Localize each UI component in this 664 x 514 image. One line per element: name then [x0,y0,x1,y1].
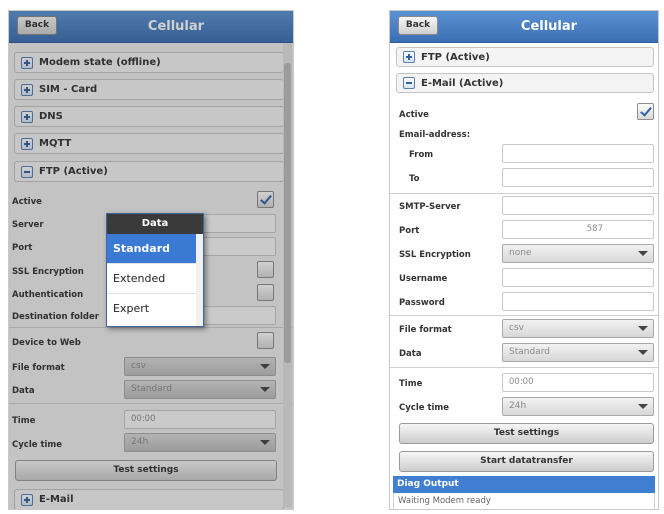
time-field[interactable]: 00:00 [502,373,654,392]
section-label: FTP (Active) [421,51,490,63]
active-label: Active [399,110,429,120]
popup-option-extended[interactable]: Extended [107,263,196,293]
chevron-down-icon [638,404,648,409]
left-cellular-panel: Back Cellular Modem state (offline) SIM … [8,10,294,510]
file-format-select[interactable]: csv [502,319,654,338]
cycle-time-select[interactable]: 24h [502,397,654,416]
data-label: Data [399,349,422,359]
ssl-encryption-value: none [509,248,532,258]
section-ftp[interactable]: FTP (Active) [396,47,654,67]
data-select[interactable]: Standard [502,343,654,362]
right-cellular-panel: Back Cellular FTP (Active) E-Mail (Activ… [389,10,659,510]
popup-scrollbar[interactable] [196,234,203,326]
active-checkbox[interactable] [637,103,654,120]
file-format-value: csv [509,323,524,333]
password-label: Password [399,298,445,308]
chevron-down-icon [638,251,648,256]
divider [390,367,658,368]
smtp-server-field[interactable] [502,196,654,215]
username-label: Username [399,274,448,284]
top-bar: Back Cellular [390,11,658,43]
start-datatransfer-button[interactable]: Start datatransfer [399,451,654,472]
smtp-server-label: SMTP-Server [399,202,461,212]
page-title: Cellular [520,19,578,34]
cycle-time-label: Cycle time [399,403,450,413]
diag-output-header: Diag Output [393,476,655,493]
popup-option-expert[interactable]: Expert [107,293,196,323]
ssl-encryption-select[interactable]: none [502,244,654,263]
back-button[interactable]: Back [398,16,438,35]
popup-title: Data [107,214,203,234]
file-format-label: File format [399,325,452,335]
section-label: E-Mail (Active) [421,77,504,89]
from-field[interactable] [502,144,654,163]
to-label: To [409,174,420,184]
email-address-label: Email-address: [399,130,471,140]
collapse-minus-icon[interactable] [403,77,415,89]
chevron-down-icon [638,326,648,331]
from-label: From [409,150,434,160]
time-label: Time [399,379,423,389]
chevron-down-icon [638,350,648,355]
expand-plus-icon[interactable] [403,51,415,63]
data-value: Standard [509,347,550,357]
username-field[interactable] [502,268,654,287]
divider [390,193,658,194]
ssl-encryption-label: SSL Encryption [399,250,471,260]
port-label: Port [399,226,420,236]
popup-option-standard[interactable]: Standard [107,234,196,263]
divider [390,315,658,316]
to-field[interactable] [502,168,654,187]
password-field[interactable] [502,292,654,311]
test-settings-button[interactable]: Test settings [399,423,654,444]
port-field[interactable]: 587 [502,220,654,239]
cycle-time-value: 24h [509,401,527,411]
diag-output-message: Waiting Modem ready [393,493,655,509]
data-options-popup: Data Standard Extended Expert [106,213,204,327]
section-email[interactable]: E-Mail (Active) [396,73,654,93]
